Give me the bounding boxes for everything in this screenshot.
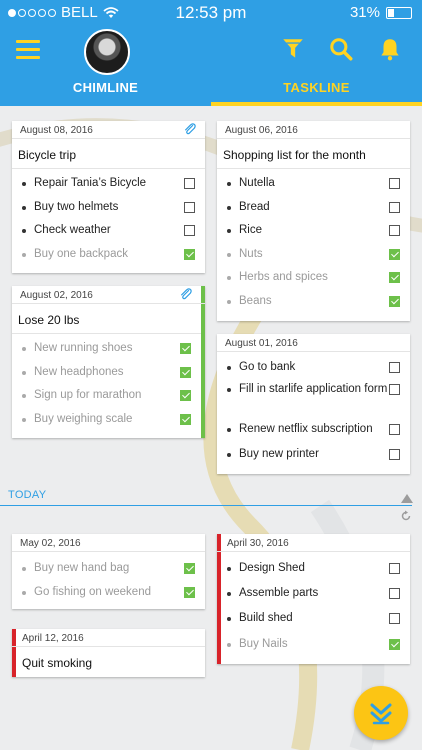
double-chevron-down-icon: [370, 703, 392, 725]
task-item: Nuts: [217, 243, 410, 267]
task-card-april-30[interactable]: April 30, 2016 Design Shed Assemble part…: [217, 534, 410, 664]
checkbox[interactable]: [184, 201, 195, 213]
task-item: Nutella: [217, 172, 410, 196]
battery-icon: [386, 6, 412, 19]
card-title: Shopping list for the month: [217, 139, 410, 169]
scroll-up-icon[interactable]: [401, 494, 413, 503]
task-item: Buy Nails: [217, 633, 410, 657]
checkbox-checked[interactable]: [180, 343, 191, 354]
fab-button[interactable]: [354, 686, 408, 740]
today-divider-line: [0, 505, 412, 506]
card-date: May 02, 2016: [12, 534, 205, 552]
card-date: April 30, 2016: [217, 534, 410, 552]
task-item: Buy two helmets: [12, 196, 205, 220]
checkbox[interactable]: [389, 587, 400, 599]
card-date: August 01, 2016: [217, 334, 410, 352]
checkbox-checked[interactable]: [389, 272, 400, 284]
task-item: Buy new hand bag: [12, 557, 205, 581]
task-item: Beans: [217, 290, 410, 314]
checkbox-checked[interactable]: [180, 366, 191, 378]
card-date: August 02, 2016: [12, 286, 205, 304]
task-item: Repair Tania’s Bicycle: [12, 172, 205, 196]
task-item: New running shoes: [12, 337, 201, 361]
task-item: Rice: [217, 219, 410, 243]
task-card-august-01[interactable]: August 01, 2016 Go to bank Fill in starl…: [217, 334, 410, 474]
checkbox-checked[interactable]: [389, 638, 400, 650]
checkbox-checked[interactable]: [184, 586, 195, 598]
task-item: Design Shed: [217, 557, 410, 581]
checkbox[interactable]: [389, 201, 400, 213]
task-item: Bread: [217, 196, 410, 220]
task-item: Sign up for marathon: [12, 384, 201, 408]
status-bar-green: [201, 286, 205, 438]
refresh-icon[interactable]: [400, 510, 412, 522]
task-item: Buy weighing scale: [12, 408, 201, 432]
task-card-may-02[interactable]: May 02, 2016 Buy new hand bag Go fishing…: [12, 534, 205, 609]
card-date: August 08, 2016: [12, 121, 205, 139]
task-item: Buy one backpack: [12, 243, 205, 267]
task-item: Buy new printer: [217, 443, 410, 467]
tab-taskline[interactable]: TASKLINE: [211, 74, 422, 106]
card-title: Quit smoking: [22, 656, 93, 670]
card-date: April 12, 2016: [12, 629, 205, 647]
task-card-shopping-list[interactable]: August 06, 2016 Shopping list for the mo…: [217, 121, 410, 321]
task-item: New headphones: [12, 361, 201, 385]
checkbox[interactable]: [184, 178, 195, 189]
bell-icon[interactable]: [377, 36, 403, 62]
paperclip-icon[interactable]: [179, 287, 193, 301]
checkbox[interactable]: [389, 362, 400, 373]
task-item: Herbs and spices: [217, 266, 410, 290]
checkbox[interactable]: [389, 225, 400, 237]
checkbox[interactable]: [389, 613, 400, 625]
checkbox-checked[interactable]: [389, 248, 400, 260]
avatar[interactable]: [84, 29, 130, 75]
task-item: Fill in starlife application form: [217, 380, 410, 418]
task-card-lose-20-lbs[interactable]: August 02, 2016 Lose 20 lbs New running …: [12, 286, 205, 438]
task-item: Build shed: [217, 607, 410, 631]
checkbox[interactable]: [389, 383, 400, 395]
tab-bar: CHIMLINE TASKLINE: [0, 74, 422, 106]
task-card-bicycle-trip[interactable]: August 08, 2016 Bicycle trip Repair Tani…: [12, 121, 205, 273]
checkbox-checked[interactable]: [180, 390, 191, 402]
paperclip-icon[interactable]: [183, 122, 197, 136]
tab-chimline[interactable]: CHIMLINE: [0, 74, 211, 106]
today-divider-label: TODAY: [8, 489, 47, 501]
checkbox-checked[interactable]: [389, 295, 400, 307]
app-header: CHIMLINE TASKLINE: [0, 26, 422, 106]
battery-percent: 31%: [349, 4, 380, 21]
card-date: August 06, 2016: [217, 121, 410, 139]
card-title: Lose 20 lbs: [12, 304, 205, 334]
menu-icon[interactable]: [16, 40, 40, 60]
checkbox[interactable]: [389, 178, 400, 189]
checkbox-checked[interactable]: [180, 413, 191, 425]
task-item: Go to bank: [217, 356, 410, 380]
task-item: Go fishing on weekend: [12, 581, 205, 605]
task-card-quit-smoking[interactable]: April 12, 2016 Quit smoking: [12, 629, 205, 677]
task-item: Renew netflix subscription: [217, 418, 410, 442]
checkbox[interactable]: [389, 449, 400, 461]
checkbox[interactable]: [389, 563, 400, 574]
task-item: Assemble parts: [217, 582, 410, 606]
task-item: Check weather: [12, 219, 205, 243]
checkbox[interactable]: [389, 423, 400, 435]
checkbox-checked[interactable]: [184, 248, 195, 260]
checkbox-checked[interactable]: [184, 563, 195, 574]
card-title: Bicycle trip: [12, 139, 205, 169]
status-bar: BELL 12:53 pm 31%: [0, 0, 422, 26]
filter-icon[interactable]: [280, 36, 306, 62]
search-icon[interactable]: [328, 36, 354, 62]
checkbox[interactable]: [184, 225, 195, 237]
battery-status: 31%: [350, 4, 412, 21]
